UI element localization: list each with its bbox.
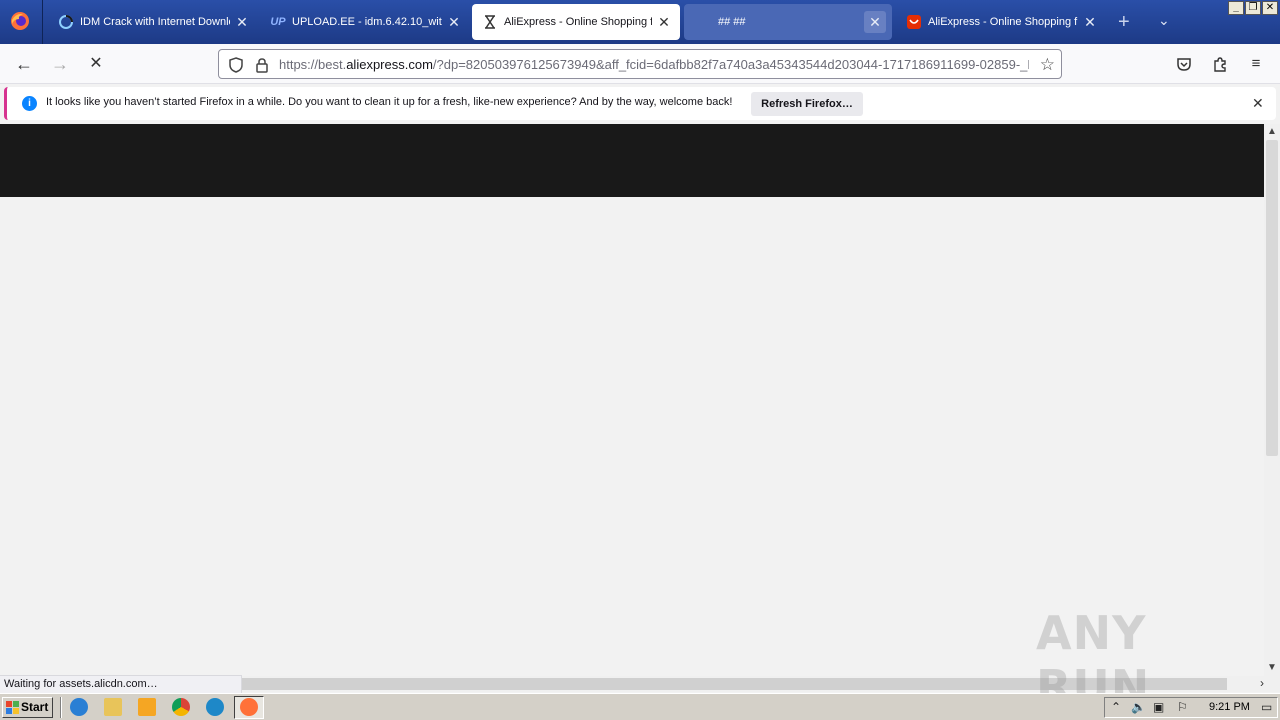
navigation-toolbar: ← → ✕ https://best.aliexpress.com/?dp=82… <box>0 44 1280 84</box>
aliexpress-icon <box>906 14 922 30</box>
list-all-tabs-chevron-icon[interactable]: ⌄ <box>1158 12 1170 29</box>
blank-tab-icon <box>700 14 712 30</box>
close-tab-icon[interactable]: ✕ <box>864 11 886 33</box>
close-tab-icon[interactable]: ✕ <box>446 14 462 30</box>
tab-title: ## ## <box>718 16 746 28</box>
idm-icon <box>58 14 74 30</box>
clock[interactable]: 9:21 PM <box>1209 701 1250 713</box>
chrome-icon[interactable] <box>172 698 190 716</box>
vertical-scroll-thumb[interactable] <box>1266 140 1278 456</box>
loading-hourglass-icon <box>482 14 498 30</box>
volume-icon[interactable]: 🔈 <box>1131 700 1146 714</box>
close-tab-icon[interactable]: ✕ <box>1082 14 1098 30</box>
url-scheme: https://best. <box>279 57 347 72</box>
minimize-window-button[interactable]: _ <box>1228 1 1244 15</box>
close-tab-icon[interactable]: ✕ <box>656 14 672 30</box>
status-panel: Waiting for assets.alicdn.com… <box>0 675 242 693</box>
network-icon[interactable]: ▣ <box>1153 700 1164 714</box>
show-hidden-icons-icon[interactable]: ⌃ <box>1111 700 1121 714</box>
close-notification-icon[interactable]: ✕ <box>1252 95 1264 112</box>
pocket-icon[interactable] <box>1175 55 1193 73</box>
firefox-taskbar-button[interactable] <box>234 696 264 719</box>
url-path: /?dp=820503976125673949&aff_fcid=6dafbb8… <box>432 57 1029 72</box>
tab-title: AliExpress - Online Shopping für <box>928 16 1078 28</box>
windows-taskbar: Start ⌃ 🔈 ▣ ⚐ 9:21 PM ▭ <box>0 693 1280 720</box>
scroll-down-arrow-icon[interactable]: ▼ <box>1267 662 1277 673</box>
lock-icon[interactable] <box>253 56 271 74</box>
start-button[interactable]: Start <box>2 697 53 718</box>
close-tab-icon[interactable]: ✕ <box>234 14 250 30</box>
upload-ee-icon: UP <box>270 16 286 28</box>
firefox-menu-icon[interactable] <box>10 11 30 31</box>
explorer-folder-icon[interactable] <box>104 698 122 716</box>
system-tray: ⌃ 🔈 ▣ ⚐ 9:21 PM ▭ <box>1104 697 1278 718</box>
forward-arrow-icon[interactable]: → <box>50 54 70 74</box>
new-tab-icon[interactable]: + <box>1118 12 1130 32</box>
tab-aliexpress-2[interactable]: AliExpress - Online Shopping für ✕ <box>896 4 1106 40</box>
notification-message: It looks like you haven’t started Firefo… <box>46 96 733 108</box>
url-text[interactable]: https://best.aliexpress.com/?dp=82050397… <box>279 57 1029 72</box>
tab-upload-ee[interactable]: UP UPLOAD.EE - idm.6.42.10_with_ ✕ <box>260 4 470 40</box>
windows-flag-icon <box>6 701 19 714</box>
anyrun-watermark: ANY RUN <box>1036 606 1151 714</box>
scroll-up-arrow-icon[interactable]: ▲ <box>1267 126 1277 137</box>
info-icon: i <box>22 96 37 111</box>
extensions-puzzle-icon[interactable] <box>1211 55 1229 73</box>
start-label: Start <box>21 700 49 714</box>
tab-title: UPLOAD.EE - idm.6.42.10_with_ <box>292 16 442 28</box>
page-content <box>0 124 1264 676</box>
tab-aliexpress-active[interactable]: AliExpress - Online Shopping für ✕ <box>472 4 680 40</box>
tab-hash[interactable]: ## ## ✕ <box>684 4 892 40</box>
close-window-button[interactable]: ✕ <box>1262 1 1278 15</box>
page-header-bar <box>0 124 1264 197</box>
url-bar[interactable]: https://best.aliexpress.com/?dp=82050397… <box>218 49 1062 79</box>
stop-loading-icon[interactable]: ✕ <box>86 54 106 74</box>
tab-title: IDM Crack with Internet Downlo <box>80 16 230 28</box>
action-center-flag-icon[interactable]: ⚐ <box>1177 700 1188 714</box>
tracking-protection-shield-icon[interactable] <box>227 56 245 74</box>
vertical-scrollbar[interactable]: ▲ ▼ <box>1264 124 1280 676</box>
tab-idm-crack[interactable]: IDM Crack with Internet Downlo ✕ <box>48 4 258 40</box>
back-arrow-icon[interactable]: ← <box>14 54 34 74</box>
internet-explorer-icon[interactable] <box>70 698 88 716</box>
refresh-firefox-notification: i It looks like you haven’t started Fire… <box>4 87 1276 120</box>
tab-title: AliExpress - Online Shopping für <box>504 16 652 28</box>
tab-separator <box>42 0 43 44</box>
taskbar-separator <box>60 697 62 718</box>
firefox-icon <box>240 698 258 716</box>
tab-strip: IDM Crack with Internet Downlo ✕ UP UPLO… <box>0 0 1280 44</box>
media-player-icon[interactable] <box>138 698 156 716</box>
scroll-right-arrow-icon[interactable]: › <box>1260 676 1264 690</box>
show-desktop-icon[interactable]: ▭ <box>1261 700 1272 714</box>
url-host: aliexpress.com <box>346 57 433 72</box>
hamburger-menu-icon[interactable]: ≡ <box>1247 55 1265 73</box>
refresh-firefox-button[interactable]: Refresh Firefox… <box>751 92 863 116</box>
restore-window-button[interactable]: ❐ <box>1245 1 1261 15</box>
bookmark-star-icon[interactable]: ☆ <box>1040 55 1055 75</box>
edge-icon[interactable] <box>206 698 224 716</box>
